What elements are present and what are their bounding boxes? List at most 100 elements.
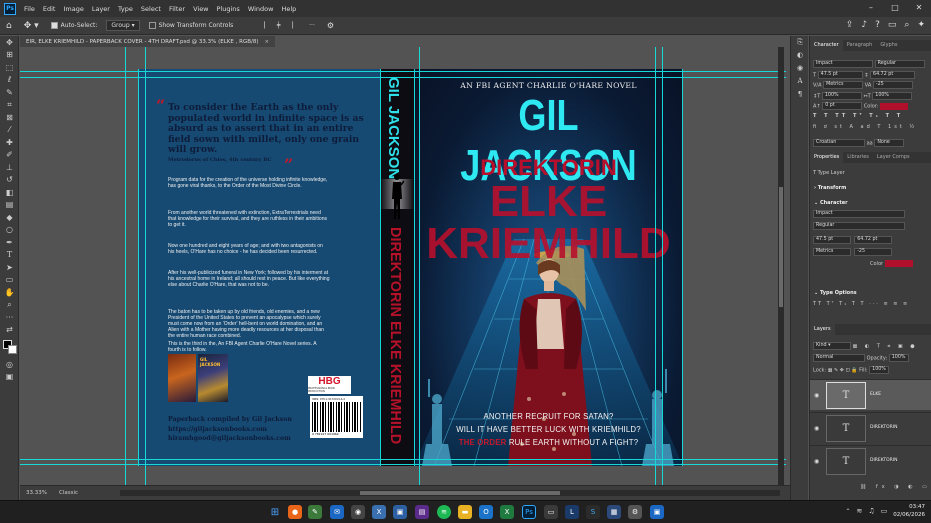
prop-color-swatch[interactable] (884, 260, 913, 267)
guide-line[interactable] (655, 47, 656, 485)
history-brush-tool-icon[interactable]: ↺ (0, 174, 19, 187)
eraser-tool-icon[interactable]: ◧ (0, 186, 19, 199)
path-selection-tool-icon[interactable]: ➤ (0, 261, 19, 274)
healing-brush-tool-icon[interactable]: ✚ (0, 136, 19, 149)
layer-row[interactable]: ◉ T ELKE (810, 379, 931, 410)
layer-name[interactable]: DIREKTORIN (870, 458, 897, 463)
tab-layer-comps[interactable]: Layer Comps (873, 152, 914, 163)
guide-line[interactable] (419, 47, 420, 485)
tab-character[interactable]: Character (810, 40, 843, 51)
guide-line[interactable] (20, 464, 786, 465)
more-options-icon[interactable]: ··· (306, 20, 318, 32)
windows-start-icon[interactable]: ⊞ (268, 505, 282, 519)
gradient-tool-icon[interactable]: ▤ (0, 199, 19, 212)
type-tool-icon[interactable]: T (0, 249, 19, 262)
hand-tool-icon[interactable]: ✋ (0, 286, 19, 299)
layer-row[interactable]: ◉ T DIREKTORIN (810, 412, 931, 443)
outlook-icon[interactable]: O (479, 505, 493, 519)
more-tools-icon[interactable]: ··· (0, 311, 19, 324)
app-icon[interactable]: ✎ (308, 505, 322, 519)
menu-plugins[interactable]: Plugins (213, 5, 244, 13)
close-tab-icon[interactable]: × (264, 39, 269, 45)
opentype-buttons[interactable]: ﬁ ơ st A ad T 1st ½ (813, 124, 917, 130)
menu-image[interactable]: Image (59, 5, 87, 13)
app-icon[interactable]: ▣ (650, 505, 664, 519)
photoshop-taskbar-icon[interactable]: Ps (522, 505, 536, 519)
photoshop-logo-icon[interactable]: Ps (4, 2, 16, 15)
clone-stamp-tool-icon[interactable]: ⊥ (0, 161, 19, 174)
lock-icons[interactable]: ▦ ✎ ✥ ⊡ 🔒 (828, 368, 858, 374)
menu-layer[interactable]: Layer (88, 5, 114, 13)
eyedropper-tool-icon[interactable]: ⁄ (0, 124, 19, 137)
layer-filter-icons[interactable]: ▦ ◐ T ⌗ ▣ ● (853, 344, 918, 350)
tab-layers[interactable]: Layers (810, 324, 835, 335)
tab-properties[interactable]: Properties (810, 152, 844, 163)
app-icon[interactable]: ▭ (544, 505, 558, 519)
kerning-field[interactable]: Metrics (823, 81, 864, 89)
menu-window[interactable]: Window (244, 5, 278, 13)
tab-glyphs[interactable]: Glyphs (876, 40, 901, 51)
spine[interactable]: GIL JACKSON DIREKTORIN ELKE KRIEMHILD (380, 69, 414, 466)
file-explorer-icon[interactable]: ▬ (458, 505, 472, 519)
move-tool-icon[interactable]: ✥ ▾ (21, 20, 42, 32)
horizontal-scrollbar[interactable] (120, 490, 780, 496)
dodge-tool-icon[interactable]: ○ (0, 224, 19, 237)
app-icon[interactable]: L (565, 505, 579, 519)
guide-line[interactable] (380, 69, 381, 466)
baseline-field[interactable]: 0 pt (822, 102, 863, 110)
pen-tool-icon[interactable]: ✒ (0, 236, 19, 249)
battery-icon[interactable]: ▭ (881, 507, 888, 515)
fill-field[interactable]: 100% (869, 366, 890, 374)
character-section[interactable]: ⌄ Character (814, 200, 848, 206)
share-icon[interactable]: ⇪ (846, 20, 854, 30)
close-icon[interactable]: ✕ (907, 0, 931, 17)
zoom-tool-icon[interactable]: ⌕ (0, 299, 19, 312)
adjustments-panel-icon[interactable]: ◐ (791, 49, 809, 62)
app-icon[interactable]: X (372, 505, 386, 519)
guide-line[interactable] (20, 459, 786, 460)
transform-section[interactable]: › Transform (814, 185, 846, 191)
crop-tool-icon[interactable]: ⌗ (0, 99, 19, 112)
font-family-select[interactable]: Impact (813, 60, 873, 68)
layer-name[interactable]: DIREKTORIN (870, 425, 897, 430)
layer-name[interactable]: ELKE (870, 392, 881, 397)
frame-tool-icon[interactable]: ⊠ (0, 111, 19, 124)
menu-edit[interactable]: Edit (39, 5, 60, 13)
language-select[interactable]: Croatian (813, 139, 865, 147)
tab-libraries[interactable]: Libraries (843, 152, 873, 163)
notifications-icon[interactable]: ♪ (861, 20, 867, 30)
prop-kerning-field[interactable]: Metrics (813, 248, 851, 256)
text-color-swatch[interactable] (880, 102, 909, 110)
layer-kind-filter[interactable]: Kind ▾ (813, 342, 851, 350)
screen-mode-icon[interactable]: ▣ (0, 371, 19, 384)
blend-mode-select[interactable]: Normal (813, 354, 865, 362)
move-tool-icon[interactable]: ✥ (0, 36, 19, 49)
tracking-field[interactable]: -25 (872, 81, 913, 89)
canvas-area[interactable]: “ To consider the Earth as the only popu… (20, 47, 786, 485)
menu-view[interactable]: View (189, 5, 212, 13)
quick-mask-icon[interactable]: ◎ (0, 358, 19, 371)
firefox-icon[interactable]: ● (288, 505, 302, 519)
minimize-icon[interactable]: – (859, 0, 883, 17)
font-style-select[interactable]: Regular (874, 60, 925, 68)
vertical-scrollbar[interactable] (778, 47, 784, 485)
layer-row[interactable]: ◉ T DIREKTORIN (810, 445, 931, 476)
font-size-field[interactable]: 47.5 pt (817, 71, 863, 79)
opacity-field[interactable]: 100% (888, 354, 909, 362)
quick-select-tool-icon[interactable]: ✎ (0, 86, 19, 99)
visibility-eye-icon[interactable]: ◉ (814, 425, 819, 432)
excel-icon[interactable]: X (500, 505, 514, 519)
settings-gear-icon[interactable]: ⚙ (324, 20, 337, 32)
zoom-level[interactable]: 33.33% (20, 490, 53, 496)
maximize-icon[interactable]: □ (883, 0, 907, 17)
guide-line[interactable] (414, 69, 415, 466)
history-panel-icon[interactable]: ⎘ (791, 36, 809, 49)
home-icon[interactable]: ⌂ (3, 20, 15, 32)
layer-actions[interactable]: ⛓ fx ◑ ◐ ▭ ⊞ 🗑 (860, 484, 931, 490)
tab-paragraph[interactable]: Paragraph (843, 40, 877, 51)
menu-type[interactable]: Type (114, 5, 137, 13)
mail-icon[interactable]: ✉ (330, 505, 344, 519)
align-left-icon[interactable]: ▕ (257, 20, 268, 32)
document-tab[interactable]: EIR, ELKE KRIEMHILD - PAPERBACK COVER - … (20, 36, 276, 47)
menu-select[interactable]: Select (137, 5, 165, 13)
